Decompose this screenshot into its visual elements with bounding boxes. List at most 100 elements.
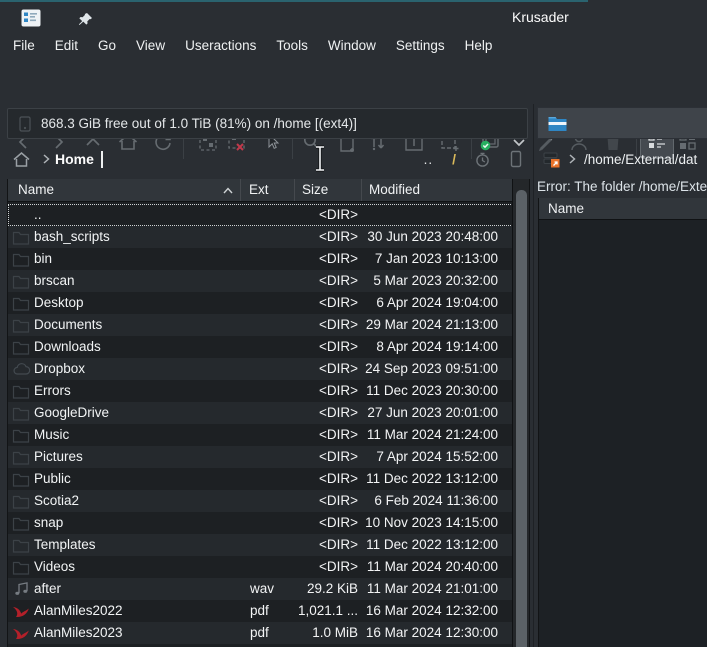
file-size-cell: <DIR> <box>318 537 358 552</box>
file-ext-cell <box>241 490 295 512</box>
folder-icon <box>8 270 34 292</box>
menu-view[interactable]: View <box>126 33 175 59</box>
file-name-cell: Pictures <box>34 449 83 464</box>
file-modified-cell: 27 Jun 2023 20:01:00 <box>367 405 498 420</box>
file-ext-cell: wav <box>250 581 275 596</box>
file-size-cell: <DIR> <box>318 493 358 508</box>
column-header-ext[interactable]: Ext <box>241 179 295 201</box>
pin-icon[interactable] <box>77 11 94 33</box>
menu-tools[interactable]: Tools <box>266 33 318 59</box>
table-row[interactable]: Public <DIR> 11 Dec 2022 13:12:00 <box>8 468 513 490</box>
file-name-cell: bash_scripts <box>34 229 110 244</box>
file-ext-cell <box>241 468 295 490</box>
table-row[interactable]: bin <DIR> 7 Jan 2023 10:13:00 <box>8 248 513 270</box>
table-row[interactable]: Pictures <DIR> 7 Apr 2024 15:52:00 <box>8 446 513 468</box>
file-name-cell: Videos <box>34 559 76 574</box>
file-size-cell: <DIR> <box>318 295 358 310</box>
file-ext-cell <box>241 534 295 556</box>
file-modified-cell: 11 Dec 2023 20:30:00 <box>366 383 498 398</box>
history-button[interactable] <box>465 150 500 169</box>
toolbar <box>0 59 707 159</box>
file-ext-cell <box>241 424 295 446</box>
table-row[interactable]: Documents <DIR> 29 Mar 2024 21:13:00 <box>8 314 513 336</box>
table-row[interactable]: AlanMiles2023 pdf 1.0 MiB 16 Mar 2024 12:30… <box>8 622 513 644</box>
folder-icon <box>8 380 34 402</box>
folder-icon <box>8 556 34 578</box>
file-size-cell: <DIR> <box>318 251 358 266</box>
right-breadcrumb-bar: /home/External/dat <box>537 142 707 176</box>
right-breadcrumb-path[interactable]: /home/External/dat <box>584 152 697 167</box>
file-name-cell: Music <box>34 427 70 442</box>
file-modified-cell <box>362 204 513 226</box>
file-modified-cell: 24 Sep 2023 09:51:00 <box>365 361 498 376</box>
table-row[interactable]: Templates <DIR> 11 Dec 2022 13:12:00 <box>8 534 513 556</box>
table-row[interactable]: after wav 29.2 KiB 11 Mar 2024 21:01:00 <box>8 578 513 600</box>
file-name-cell: Dropbox <box>34 361 86 376</box>
menu-settings[interactable]: Settings <box>386 33 455 59</box>
file-modified-cell: 16 Mar 2024 12:30:00 <box>365 625 498 640</box>
scrollbar[interactable] <box>512 179 529 647</box>
up-dir-button[interactable]: .. <box>414 152 444 167</box>
right-file-list: Name <box>538 198 707 647</box>
breadcrumb-current-folder[interactable]: Home <box>55 151 94 167</box>
root-dir-button[interactable]: / <box>443 151 465 167</box>
file-modified-cell: 6 Apr 2024 19:04:00 <box>376 295 498 310</box>
menu-useractions[interactable]: Useractions <box>175 33 266 59</box>
file-modified-cell: 7 Apr 2024 15:52:00 <box>376 449 498 464</box>
menu-edit[interactable]: Edit <box>45 33 88 59</box>
table-row[interactable]: GoogleDrive <DIR> 27 Jun 2023 20:01:00 <box>8 402 513 424</box>
right-column-header-name[interactable]: Name <box>539 198 707 220</box>
table-row[interactable]: Music <DIR> 11 Mar 2024 21:24:00 <box>8 424 513 446</box>
menu-bar: File Edit Go View Useractions Tools Wind… <box>0 33 707 59</box>
table-row[interactable]: snap <DIR> 10 Nov 2023 14:15:00 <box>8 512 513 534</box>
file-ext-cell <box>241 226 295 248</box>
folder-icon <box>8 292 34 314</box>
folder-icon <box>8 226 34 248</box>
table-row[interactable]: bash_scripts <DIR> 30 Jun 2023 20:48:00 <box>8 226 513 248</box>
file-name-cell: Downloads <box>34 339 101 354</box>
menu-file[interactable]: File <box>3 33 45 59</box>
table-row[interactable]: Downloads <DIR> 8 Apr 2024 19:14:00 <box>8 336 513 358</box>
table-row[interactable]: brscan <DIR> 5 Mar 2023 20:32:00 <box>8 270 513 292</box>
scrollbar-thumb[interactable] <box>516 190 527 647</box>
table-row[interactable]: Scotia2 <DIR> 6 Feb 2024 11:36:00 <box>8 490 513 512</box>
folder-icon <box>8 402 34 424</box>
bookmarks-button[interactable] <box>500 149 528 169</box>
column-header-size[interactable]: Size <box>295 179 362 201</box>
file-size-cell: <DIR> <box>318 383 358 398</box>
file-name-cell: bin <box>34 251 53 266</box>
table-row[interactable]: .. <DIR> <box>8 204 513 226</box>
menu-help[interactable]: Help <box>455 33 503 59</box>
file-ext-cell: pdf <box>250 603 269 618</box>
breadcrumb-home-button[interactable] <box>7 151 35 168</box>
file-ext-cell <box>241 314 295 336</box>
pdf-file-icon <box>8 622 34 644</box>
file-name-cell: .. <box>34 207 42 222</box>
table-row[interactable]: Errors <DIR> 11 Dec 2023 20:30:00 <box>8 380 513 402</box>
file-size-cell: <DIR> <box>318 405 358 420</box>
sort-ascending-icon <box>223 186 233 193</box>
link-stack-icon[interactable] <box>543 151 560 168</box>
file-rows: .. <DIR> bash_scripts <DIR> 30 Jun 2023 20:4… <box>8 202 513 644</box>
column-header-name[interactable]: Name <box>8 179 241 201</box>
disk-usage-text: 868.3 GiB free out of 1.0 TiB (81%) on /… <box>41 116 357 131</box>
file-size-cell: 1,021.1 ... <box>297 603 358 618</box>
table-row[interactable]: AlanMiles2022 pdf 1,021.1 ... 16 Mar 2024 1… <box>8 600 513 622</box>
table-row[interactable]: Videos <DIR> 11 Mar 2024 20:40:00 <box>8 556 513 578</box>
table-row[interactable]: Dropbox <DIR> 24 Sep 2023 09:51:00 <box>8 358 513 380</box>
home-icon <box>13 151 29 167</box>
file-size-cell: <DIR> <box>318 317 358 332</box>
file-ext-cell: pdf <box>250 625 269 640</box>
menu-window[interactable]: Window <box>318 33 386 59</box>
table-row[interactable]: Desktop <DIR> 6 Apr 2024 19:04:00 <box>8 292 513 314</box>
error-message: Error: The folder /home/Exte <box>537 179 707 194</box>
file-modified-cell: 11 Mar 2024 21:24:00 <box>366 427 498 442</box>
file-modified-cell: 11 Mar 2024 21:01:00 <box>366 581 498 596</box>
file-ext-cell <box>241 512 295 534</box>
krusader-app-icon[interactable] <box>21 9 41 32</box>
column-header-modified[interactable]: Modified <box>362 179 513 201</box>
menu-go[interactable]: Go <box>88 33 126 59</box>
file-modified-cell: 6 Feb 2024 11:36:00 <box>374 493 498 508</box>
file-name-cell: Templates <box>34 537 96 552</box>
folder-icon <box>8 534 34 556</box>
